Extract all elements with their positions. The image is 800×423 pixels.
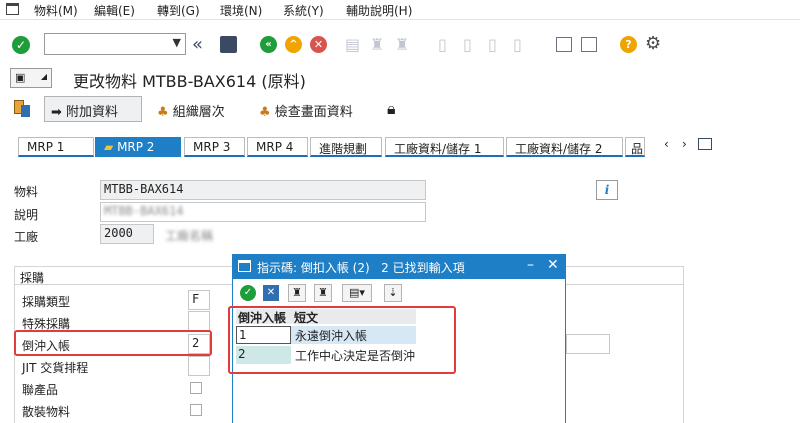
hierarchy-icon: ♣ [157,105,169,120]
menu-environment[interactable]: 環境(N) [220,2,262,19]
menu-help[interactable]: 輔助說明(H) [346,2,412,19]
tab-mrp3[interactable]: MRP 3 [184,137,245,157]
tab-label: 進階規劃 [319,142,368,156]
tab-mrp4[interactable]: MRP 4 [247,137,308,157]
additional-data-label: 附加資料 [66,105,119,120]
gear-icon[interactable]: ⚙ [645,33,661,54]
procurement-type-field[interactable]: F [188,290,210,310]
tab-list-icon[interactable] [698,138,712,150]
description-field[interactable]: MTBB-BAX614 [100,202,426,222]
tab-label: 工廠資料/儲存 2 [515,142,603,156]
info-icon[interactable]: i [596,180,618,200]
backflush-highlight [14,330,212,356]
material-field: MTBB-BAX614 [100,180,426,200]
tab-label: 品 [631,142,644,156]
dialog-title-bar: 指示碼: 倒扣入帳 (2) 2 已找到輸入項 – ✕ [233,255,565,279]
sort-icon[interactable]: ⇣ [384,284,402,302]
chevron-left-icon[interactable]: ‹ [664,137,669,151]
org-levels-button[interactable]: ♣ 組織層次 [150,96,240,122]
help-icon[interactable]: ? [620,36,637,53]
tab-mrp1[interactable]: MRP 1 [18,137,94,157]
check-screen-data-button[interactable]: ♣ 檢查畫面資料 [252,96,372,122]
check-screen-data-label: 檢查畫面資料 [274,105,353,120]
menu-icon[interactable] [6,3,19,15]
next-page-icon: ▯ [488,35,497,54]
bulk-material-checkbox[interactable] [190,404,202,416]
menu-edit[interactable]: 編輯(E) [94,2,135,19]
plant-description: 工廠名稱 [165,229,214,243]
tab-label: 工廠資料/儲存 1 [394,142,482,156]
shortcut-icon[interactable] [581,37,597,52]
menu-system[interactable]: 系統(Y) [283,2,324,19]
special-procurement-field[interactable] [188,311,210,331]
chevron-down-icon[interactable]: ▼ [173,36,181,49]
print-icon[interactable]: ▤▾ [342,284,372,302]
bulk-material-label: 散裝物料 [22,405,71,419]
first-page-icon: ▯ [438,35,447,54]
menu-bar: 物料(M) 編輯(E) 轉到(G) 環境(N) 系統(Y) 輔助說明(H) [0,0,800,20]
menu-goto[interactable]: 轉到(G) [157,2,200,19]
tab-advanced-planning[interactable]: 進階規劃 [310,137,382,157]
cancel-x-icon[interactable]: ✕ [263,285,279,301]
tab-label: MRP 3 [193,140,231,154]
coproduct-checkbox[interactable] [190,382,202,394]
enter-check-icon[interactable]: ✓ [12,36,30,54]
dialog-title: 指示碼: 倒扣入帳 (2) 2 已找到輸入項 [257,261,465,275]
new-session-icon[interactable] [556,37,572,52]
tab-plant-data-storage-2[interactable]: 工廠資料/儲存 2 [506,137,623,157]
menu-material[interactable]: 物料(M) [34,2,78,19]
find-icon: ♜ [370,35,385,54]
command-field[interactable]: ▼ [44,33,186,55]
lock-icon[interactable]: 🔒︎ [387,99,396,119]
close-icon[interactable]: ✕ [547,257,559,273]
tab-label: MRP 2 [117,140,155,154]
coproduct-label: 聯產品 [22,383,59,397]
tab-mrp2[interactable]: ▰ MRP 2 [95,137,181,157]
right-side-field[interactable] [566,334,610,354]
plant-field: 2000 [100,224,154,244]
jit-schedule-field[interactable] [188,356,210,376]
arrow-right-icon: ➡ [51,105,62,120]
binoculars-icon[interactable]: ♜ [288,284,306,302]
confirm-check-icon[interactable]: ✓ [240,285,256,301]
cancel-icon[interactable]: ✕ [310,36,327,53]
tab-folder-icon: ▰ [104,140,114,154]
tab-quality[interactable]: 品 [625,137,645,157]
description-value: MTBB-BAX614 [104,204,184,218]
minimize-icon[interactable]: – [527,257,534,273]
org-levels-label: 組織層次 [172,105,225,120]
description-label: 說明 [14,208,39,222]
procurement-type-label: 採購類型 [22,295,71,309]
additional-data-button[interactable]: ➡ 附加資料 [44,96,142,122]
material-label: 物料 [14,185,39,199]
back-icon[interactable]: « [260,36,277,53]
find-next-icon: ♜ [395,35,410,54]
previous-page-icon: ▯ [463,35,472,54]
tab-label: MRP 1 [27,140,65,154]
layout-menu-button[interactable]: ▣ ◢ [10,68,52,88]
double-chevron-left-icon[interactable]: « [192,34,203,55]
print-icon: ▤ [345,35,361,54]
window-icon: ▣ [15,71,26,84]
find-next-icon[interactable]: ♜ [314,284,332,302]
tab-plant-data-storage-1[interactable]: 工廠資料/儲存 1 [385,137,504,157]
page-title: 更改物料 MTBB-BAX614 (原料) [73,72,306,91]
exit-icon[interactable]: ^ [285,36,302,53]
tab-label: MRP 4 [256,140,294,154]
chevron-right-icon[interactable]: › [682,137,687,151]
window-icon [238,260,251,272]
list-highlight [228,306,456,374]
check-tree-icon: ♣ [259,105,271,120]
chevron-down-icon: ◢ [40,72,47,81]
display-change-icon[interactable] [14,100,30,118]
jit-schedule-label: JIT 交貨排程 [22,361,89,375]
plant-label: 工廠 [14,230,39,244]
save-icon[interactable] [220,36,237,53]
last-page-icon: ▯ [513,35,522,54]
